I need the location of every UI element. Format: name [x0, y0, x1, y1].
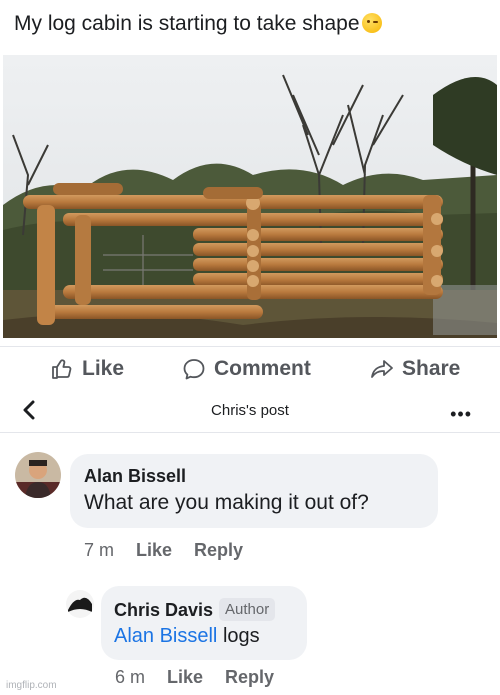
- winking-face-emoji-icon: [361, 13, 382, 33]
- reply-reply-button[interactable]: Reply: [225, 667, 274, 688]
- watermark: imgflip.com: [6, 680, 57, 691]
- comment-button[interactable]: Comment: [182, 357, 311, 381]
- reply-time: 6 m: [115, 667, 146, 687]
- comment-reply-button[interactable]: Reply: [194, 540, 243, 561]
- mention-link[interactable]: Alan Bissell: [114, 625, 217, 647]
- reply-text: logs: [222, 625, 260, 647]
- comment-icon: [183, 359, 205, 380]
- like-label: Like: [82, 357, 125, 380]
- post-title: Chris's post: [211, 402, 289, 419]
- reply-like-button[interactable]: Like: [167, 667, 203, 688]
- like-button[interactable]: Like: [50, 357, 124, 381]
- comment-meta-1: 7 m Like Reply: [84, 540, 243, 561]
- thumbs-up-icon: [52, 359, 72, 379]
- comment-meta-2: 6 m Like Reply: [115, 667, 274, 688]
- reply-text-line: Alan Bissell logs: [114, 625, 275, 648]
- share-arrow-icon: [371, 360, 393, 378]
- comment-text: What are you making it out of?: [84, 491, 369, 514]
- avatar-chris-davis[interactable]: [66, 590, 94, 618]
- post-photo[interactable]: [3, 55, 497, 338]
- post-text: My log cabin is starting to take shape: [14, 12, 382, 36]
- comment-bubble-1[interactable]: Alan Bissell What are you making it out …: [70, 454, 438, 528]
- post-text-content: My log cabin is starting to take shape: [14, 12, 360, 35]
- user-photo-icon: [15, 452, 61, 498]
- comment-author[interactable]: Alan Bissell: [84, 466, 369, 487]
- comment-label: Comment: [214, 357, 311, 380]
- avatar-alan-bissell[interactable]: [15, 452, 61, 498]
- comment-like-button[interactable]: Like: [136, 540, 172, 561]
- user-photo-icon: [66, 590, 94, 618]
- reply-author[interactable]: Chris Davis: [114, 600, 213, 620]
- log-cabin-photo: [3, 55, 497, 338]
- share-label: Share: [402, 357, 461, 380]
- share-button[interactable]: Share: [370, 357, 460, 381]
- reply-author-line: Chris Davis Author: [114, 598, 276, 621]
- post-header: Chris's post •••: [0, 392, 500, 433]
- more-options-icon[interactable]: •••: [450, 404, 472, 425]
- comment-time: 7 m: [84, 540, 115, 560]
- comment-bubble-2[interactable]: Chris Davis Author Alan Bissell logs: [101, 586, 307, 660]
- author-badge: Author: [219, 598, 276, 621]
